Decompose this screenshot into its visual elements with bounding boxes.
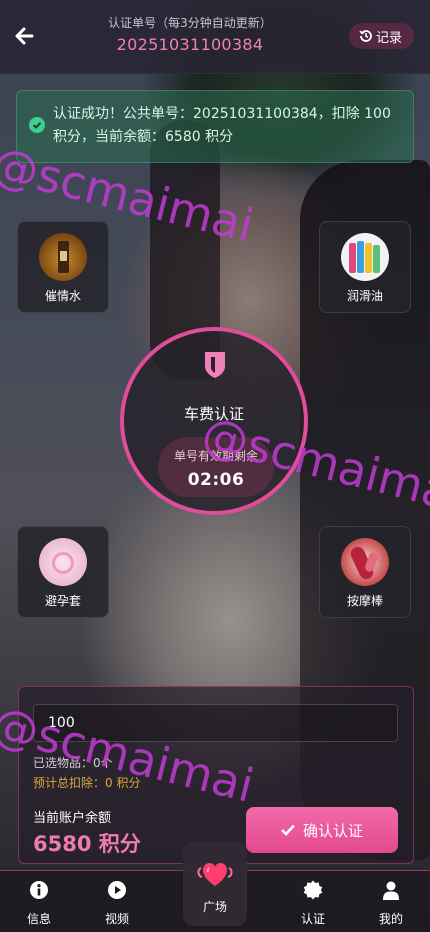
- tab-info[interactable]: 信息: [9, 880, 69, 927]
- tab-label: 视频: [104, 912, 129, 926]
- verification-title: 车费认证: [183, 405, 244, 423]
- record-label: 记录: [375, 30, 402, 46]
- header: 认证单号（每3分钟自动更新） 20251031100384 记录: [0, 0, 430, 74]
- back-button[interactable]: [12, 24, 40, 50]
- order-label: 认证单号（每3分钟自动更新）: [108, 16, 272, 30]
- check-icon: [281, 824, 295, 836]
- countdown-value: 02:06: [187, 470, 245, 490]
- tab-label: 信息: [26, 912, 51, 926]
- product-card-lubricant[interactable]: 润滑油: [319, 221, 411, 313]
- info-icon: [30, 881, 48, 899]
- estimated-deduction: 预计总扣除：0 积分: [33, 776, 141, 790]
- user-icon: [383, 881, 399, 900]
- confirm-label: 确认认证: [302, 821, 363, 840]
- selected-items: 已选物品：0个: [33, 756, 113, 770]
- product-name: 避孕套: [44, 594, 81, 608]
- record-button[interactable]: 记录: [348, 23, 414, 49]
- tab-label: 认证: [300, 912, 325, 926]
- countdown-timer: 单号有效期剩余 02:06: [158, 437, 274, 497]
- heart-icon: [197, 863, 233, 886]
- balance-label: 当前账户余额: [33, 811, 112, 826]
- order-header: 认证单号（每3分钟自动更新） 20251031100384: [95, 14, 285, 54]
- check-circle-icon: [29, 117, 45, 133]
- tab-video[interactable]: 视频: [87, 880, 147, 927]
- history-icon: [359, 30, 372, 42]
- tab-verify[interactable]: 认证: [283, 880, 343, 927]
- tab-label: 广场: [202, 900, 227, 914]
- arrow-left-icon: [15, 27, 34, 45]
- countdown-label: 单号有效期剩余: [173, 449, 258, 463]
- shield-icon: [205, 352, 225, 378]
- verification-panel: 已选物品：0个 预计总扣除：0 积分 当前账户余额 6580 积分 确认认证: [18, 686, 414, 864]
- play-icon: [108, 881, 126, 899]
- product-card-massager[interactable]: 按摩棒: [319, 526, 411, 618]
- product-name: 催情水: [44, 289, 81, 303]
- tab-me[interactable]: 我的: [361, 880, 421, 927]
- fare-verification-button[interactable]: 车费认证 单号有效期剩余 02:06: [120, 327, 308, 515]
- tab-label: 我的: [378, 912, 403, 926]
- alert-text: 认证成功！公共单号：20251031100384，扣除 100 积分，当前余额：…: [53, 106, 391, 145]
- success-alert: 认证成功！公共单号：20251031100384，扣除 100 积分，当前余额：…: [16, 90, 414, 163]
- order-number: 20251031100384: [116, 35, 264, 54]
- tab-square[interactable]: 广场: [183, 842, 247, 926]
- product-card-condom[interactable]: 避孕套: [17, 526, 109, 618]
- balance-value: 6580 积分: [33, 832, 141, 856]
- quantity-input[interactable]: [33, 704, 398, 742]
- badge-icon: [303, 880, 323, 900]
- tubes-icon: [341, 233, 389, 281]
- product-name: 按摩棒: [346, 594, 383, 608]
- massager-icon: [341, 538, 389, 586]
- confirm-button[interactable]: 确认认证: [246, 807, 398, 853]
- product-name: 润滑油: [346, 289, 383, 303]
- product-card-aphrodisiac[interactable]: 催情水: [17, 221, 109, 313]
- package-icon: [39, 538, 87, 586]
- bottle-icon: [39, 233, 87, 281]
